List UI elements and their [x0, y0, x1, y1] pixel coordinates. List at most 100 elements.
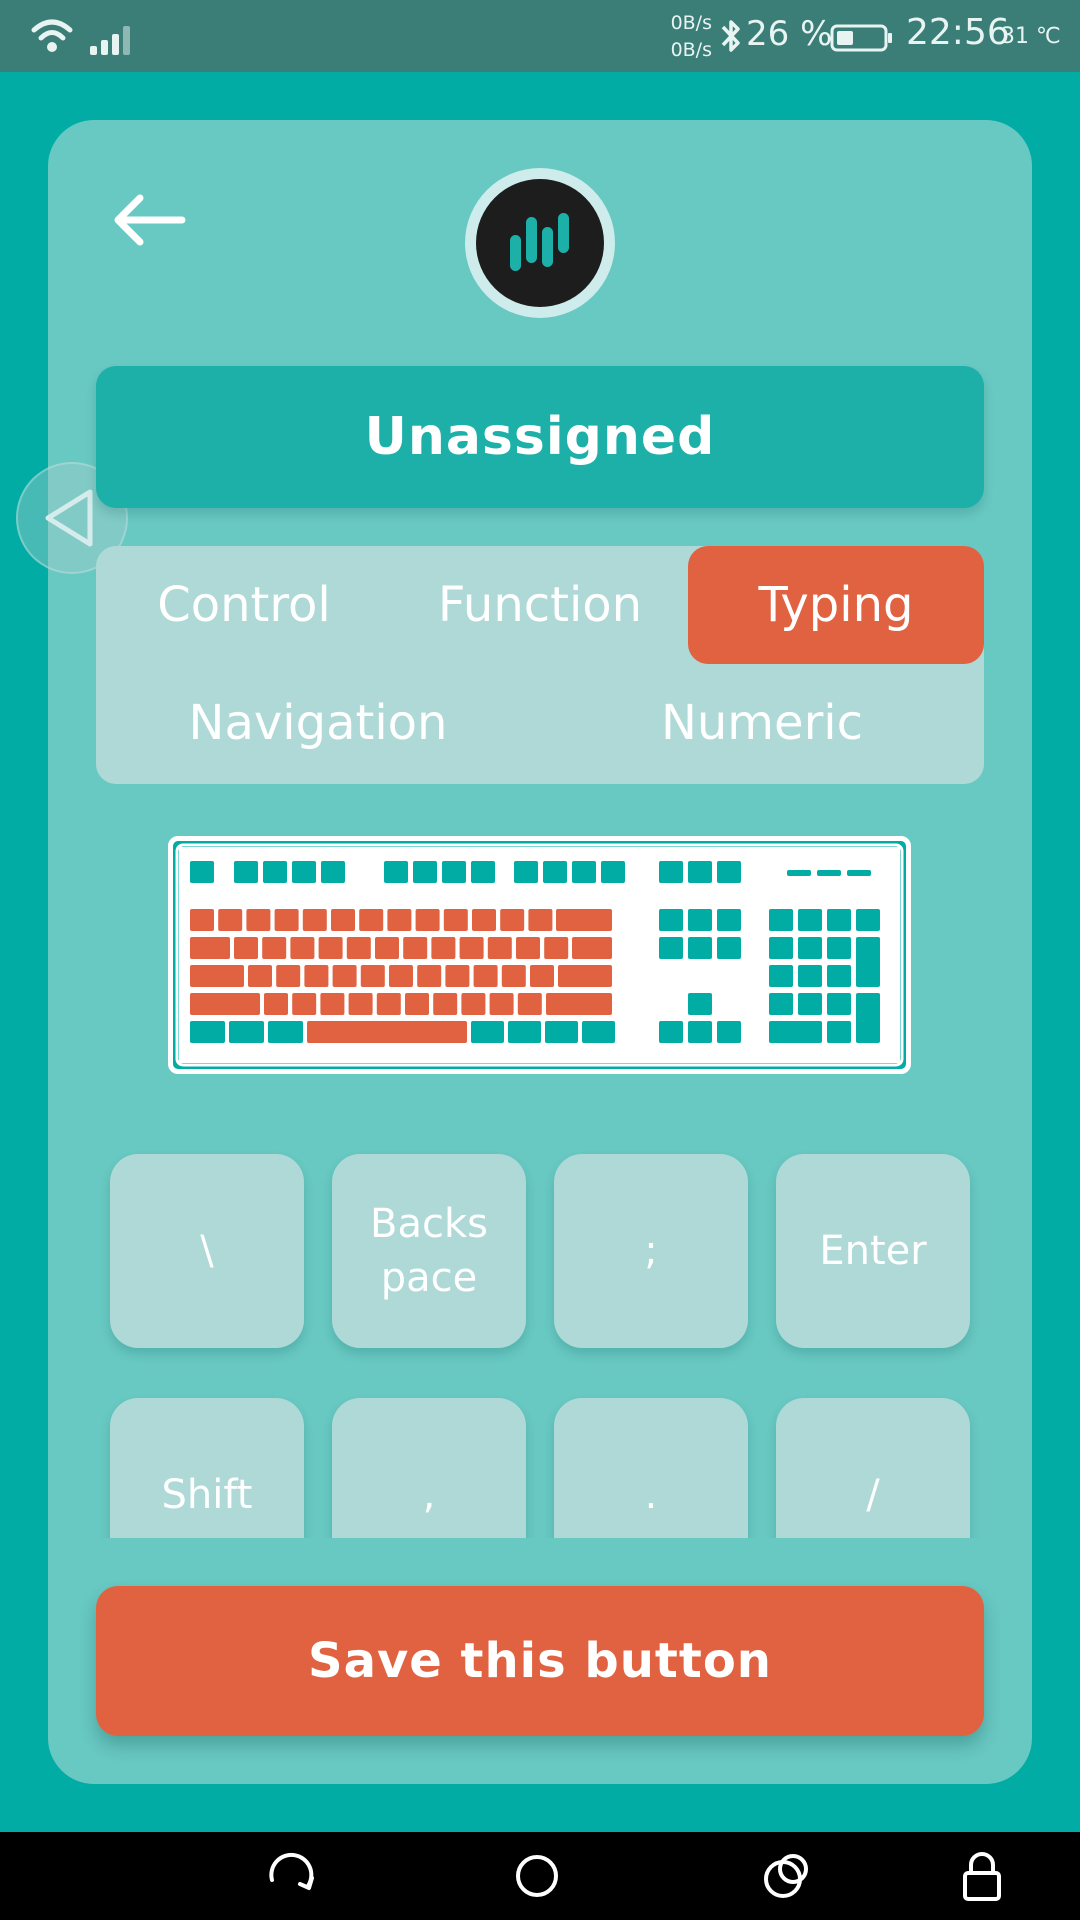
- kb-fn-key: [263, 861, 287, 883]
- kb-indicator-light: [847, 870, 871, 876]
- tab-control[interactable]: Control: [96, 546, 392, 664]
- kb-fn-key: [321, 861, 345, 883]
- kb-fn-key: [717, 861, 741, 883]
- kb-fn-key: [659, 861, 683, 883]
- kb-typing-key: [376, 993, 401, 1015]
- temperature: 31 ℃: [1001, 24, 1061, 49]
- kb-nav-key: [659, 937, 683, 959]
- app-logo-icon: [510, 213, 569, 271]
- kb-fn-key: [442, 861, 466, 883]
- kb-typing-key: [190, 993, 260, 1015]
- key-options-grid: \ Backspace ; Enter Shift , . /: [96, 1140, 984, 1538]
- kb-fn-key: [292, 861, 316, 883]
- kb-typing-key: [348, 993, 373, 1015]
- kb-arrow-key: [688, 1021, 712, 1043]
- kb-modifier-key: [508, 1021, 541, 1043]
- kb-typing-key: [218, 909, 243, 931]
- lock-icon[interactable]: [952, 1846, 1012, 1906]
- kb-fn-key: [688, 861, 712, 883]
- key-semicolon[interactable]: ;: [554, 1154, 748, 1348]
- kb-modifier-key: [545, 1021, 578, 1043]
- kb-typing-key: [472, 909, 496, 931]
- clock: 22:56: [906, 12, 1010, 53]
- key-shift[interactable]: Shift: [110, 1398, 304, 1538]
- kb-arrow-key: [688, 993, 712, 1015]
- kb-numpad-key: [798, 937, 822, 959]
- kb-fn-key: [413, 861, 437, 883]
- kb-typing-key: [530, 965, 554, 987]
- kb-typing-key: [572, 937, 612, 959]
- kb-typing-key: [190, 965, 244, 987]
- tab-typing[interactable]: Typing: [688, 546, 984, 664]
- battery-percent: 26 %: [746, 14, 833, 54]
- recents-icon[interactable]: [756, 1846, 816, 1906]
- kb-typing-key: [246, 909, 271, 931]
- kb-typing-key: [528, 909, 553, 931]
- kb-typing-key: [346, 937, 371, 959]
- kb-typing-key: [517, 993, 542, 1015]
- bluetooth-icon: [721, 20, 740, 52]
- kb-typing-key: [375, 937, 399, 959]
- kb-typing-key: [292, 993, 317, 1015]
- kb-typing-key: [318, 937, 343, 959]
- keyboard-layout-graphic: [175, 843, 904, 1067]
- kb-arrow-key: [717, 1021, 741, 1043]
- kb-numpad-key: [827, 937, 851, 959]
- tab-numeric[interactable]: Numeric: [540, 664, 984, 782]
- arrow-left-icon[interactable]: [110, 190, 186, 250]
- kb-esc-key: [190, 861, 214, 883]
- kb-typing-key: [290, 937, 315, 959]
- status-bar: 0B/s 0B/s 26 % 22:56 31 ℃: [0, 0, 1080, 72]
- kb-typing-key: [443, 909, 468, 931]
- key-slash[interactable]: /: [776, 1398, 970, 1538]
- kb-typing-key: [389, 965, 413, 987]
- kb-typing-key: [445, 965, 470, 987]
- kb-numpad-plus: [856, 937, 880, 987]
- kb-numpad-zero: [769, 1021, 822, 1043]
- save-button[interactable]: Save this button: [96, 1586, 984, 1736]
- net-down: 0B/s: [670, 39, 712, 61]
- kb-typing-key: [415, 909, 440, 931]
- kb-modifier-key: [471, 1021, 504, 1043]
- key-period[interactable]: .: [554, 1398, 748, 1538]
- kb-arrow-key: [659, 1021, 683, 1043]
- kb-typing-key: [405, 993, 429, 1015]
- kb-nav-key: [688, 909, 712, 931]
- rotate-icon[interactable]: [262, 1846, 322, 1906]
- kb-typing-key: [320, 993, 345, 1015]
- kb-numpad-key: [827, 909, 851, 931]
- kb-indicator-light: [787, 870, 811, 876]
- kb-typing-key: [332, 965, 357, 987]
- kb-typing-key: [302, 909, 327, 931]
- kb-typing-key: [274, 909, 299, 931]
- key-enter[interactable]: Enter: [776, 1154, 970, 1348]
- kb-fn-key: [471, 861, 495, 883]
- kb-modifier-key: [229, 1021, 264, 1043]
- battery-icon: [830, 24, 892, 52]
- kb-numpad-key: [798, 909, 822, 931]
- keyboard-illustration: [168, 836, 911, 1074]
- kb-typing-key: [417, 965, 442, 987]
- kb-typing-key: [431, 937, 456, 959]
- key-comma[interactable]: ,: [332, 1398, 526, 1538]
- kb-typing-key: [473, 965, 498, 987]
- kb-typing-key: [331, 909, 355, 931]
- kb-numpad-key: [769, 937, 793, 959]
- net-up: 0B/s: [670, 12, 712, 34]
- kb-indicator-light: [817, 870, 841, 876]
- kb-typing-key: [264, 993, 288, 1015]
- kb-typing-key: [487, 937, 512, 959]
- kb-typing-key: [359, 909, 384, 931]
- kb-nav-key: [717, 909, 741, 931]
- kb-typing-key: [544, 937, 569, 959]
- kb-typing-key: [489, 993, 514, 1015]
- home-icon[interactable]: [507, 1846, 567, 1906]
- kb-typing-key: [459, 937, 484, 959]
- tab-navigation[interactable]: Navigation: [96, 664, 540, 782]
- network-speed: 0B/s 0B/s: [652, 10, 712, 64]
- kb-fn-key: [543, 861, 567, 883]
- tab-function[interactable]: Function: [392, 546, 688, 664]
- kb-typing-key: [546, 993, 612, 1015]
- key-backslash[interactable]: \: [110, 1154, 304, 1348]
- key-backspace[interactable]: Backspace: [332, 1154, 526, 1348]
